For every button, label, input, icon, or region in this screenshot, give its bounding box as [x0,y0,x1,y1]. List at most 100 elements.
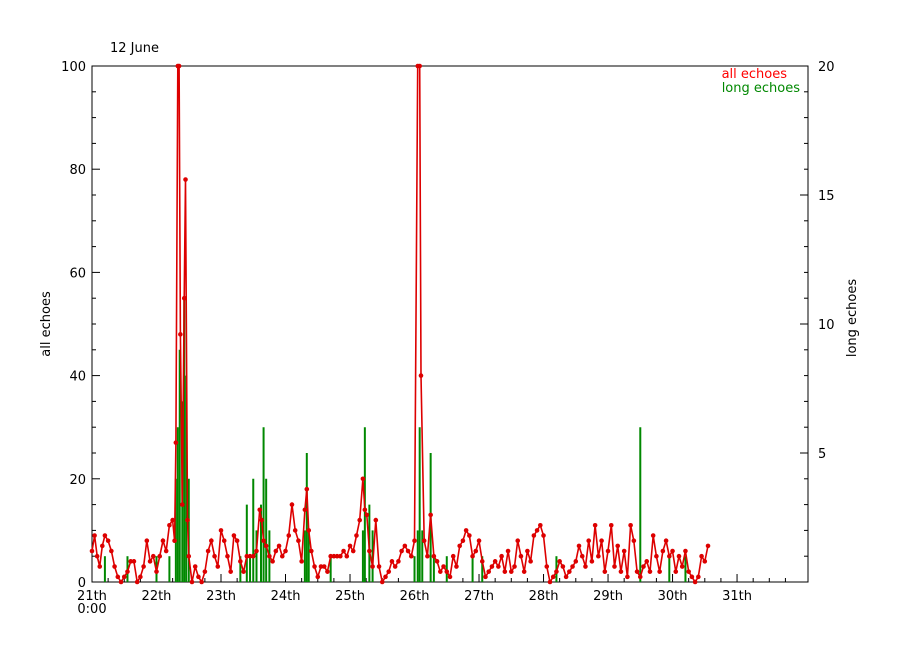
all-echoes-point [218,528,224,533]
all-echoes-point [641,564,646,569]
all-echoes-point [296,538,301,544]
all-echoes-point [647,569,653,574]
all-echoes-point [534,528,540,533]
all-echoes-point [173,440,179,445]
all-echoes-point [402,543,408,549]
all-echoes-point [160,538,166,544]
all-echoes-point [105,538,111,544]
all-echoes-point [189,579,195,585]
all-echoes-point [364,512,370,518]
all-echoes-point [392,564,398,569]
all-echoes-point [486,569,492,574]
all-echoes-point [705,543,711,549]
all-echoes-point [699,553,704,559]
x-axis-tick-label: 25th [335,589,365,604]
all-echoes-point [167,522,172,528]
all-echoes-point [186,553,192,559]
all-echoes-point [557,559,562,564]
all-echoes-point [637,574,643,580]
all-echoes-point [692,579,698,585]
all-echoes-point [586,538,591,544]
all-echoes-point [399,548,404,554]
all-echoes-point [209,538,214,544]
all-echoes-point [667,553,672,559]
all-echoes-point [421,538,427,544]
x-axis-tick-label: 24th [271,589,301,604]
all-echoes-point [170,517,175,523]
x-axis-tick-label: 28th [529,589,559,604]
all-echoes-point [615,543,621,549]
all-echoes-point [115,574,121,580]
left-y-axis: 020406080100 [61,60,100,591]
all-echoes-point [267,553,272,559]
chart-title: 12 June [110,41,159,56]
all-echoes-point [109,548,114,554]
all-echoes-point [192,564,198,569]
all-echoes-point [150,553,156,559]
plot-frame [91,65,809,583]
all-echoes-point [570,564,575,569]
legend: all echoes long echoes [722,67,801,96]
all-echoes-point [276,543,282,549]
all-echoes-point [521,569,527,574]
all-echoes-point [228,569,233,574]
all-echoes-point [567,569,572,574]
all-echoes-point [634,569,640,574]
all-echoes-point [418,373,424,378]
all-echoes-point [178,332,183,337]
all-echoes-point [492,559,498,564]
all-echoes-point [512,564,517,569]
all-echoes-point [441,564,446,569]
x-axis-tick-label: 31th [722,589,752,604]
all-echoes-point [525,548,530,554]
all-echoes-point [234,538,240,544]
all-echoes-point [261,538,266,544]
all-echoes-point [696,574,701,580]
all-echoes-point [321,564,327,569]
all-echoes-point [304,486,310,492]
all-echoes-point [138,574,143,580]
all-echoes-point [302,507,308,513]
all-echoes-point [279,553,285,559]
all-echoes-point [180,502,185,507]
all-echoes-point [386,569,392,574]
all-echoes-point [373,517,379,523]
all-echoes-point [679,564,685,569]
all-echoes-point [379,579,385,585]
all-echoes-point [528,559,533,564]
all-echoes-point [489,564,495,569]
x-axis-tick-label: 27th [464,589,494,604]
all-echoes-point [596,553,601,559]
all-echoes-point [460,538,466,544]
all-echoes-point [315,574,321,580]
all-echoes-point [357,517,362,523]
all-echoes-point [505,548,511,554]
all-echoes-point [172,538,177,544]
all-echoes-point [263,543,269,549]
all-echoes-point [176,63,182,69]
all-echoes-point [454,564,459,569]
left-axis-tick-label: 40 [69,370,86,385]
all-echoes-point [683,548,688,554]
all-echoes-point [299,559,304,564]
all-echoes-point [389,559,395,564]
all-echoes-point [112,564,117,569]
all-echoes-point [215,564,221,569]
all-echoes-point [154,569,159,574]
all-echoes-point [602,569,608,574]
all-echoes-point [241,569,246,574]
all-echoes-point [538,522,543,528]
all-echoes-point [102,533,108,538]
all-echoes-point [405,548,411,554]
all-echoes-point [518,553,524,559]
all-echoes-point [231,533,237,538]
left-axis-tick-label: 20 [69,473,86,488]
all-echoes-point [94,553,100,559]
all-echoes-point [354,533,359,538]
all-echoes-point [92,533,97,538]
all-echoes-point [438,569,443,574]
all-echoes-point [531,533,537,538]
right-axis-tick-label: 20 [818,60,835,75]
all-echoes-point [270,559,275,564]
all-echoes-point [163,548,169,554]
